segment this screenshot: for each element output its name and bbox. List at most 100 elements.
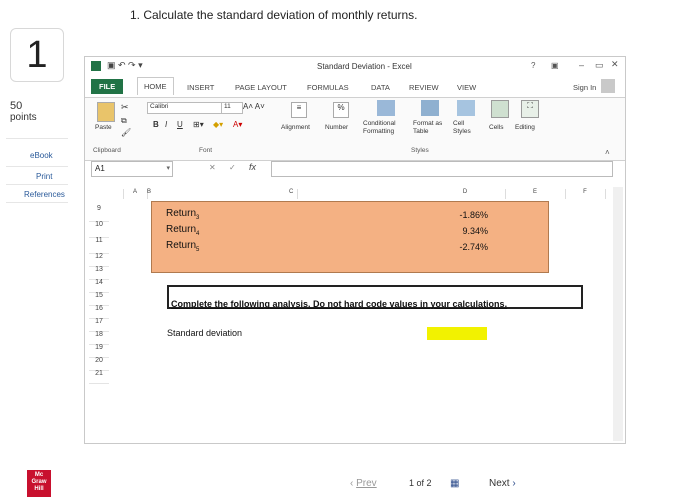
next-button[interactable]: Next › [489,478,516,489]
chevron-right-icon: › [512,478,516,489]
row-header[interactable]: 12 [89,253,109,267]
row-header[interactable]: 15 [89,292,109,306]
tab-home[interactable]: HOME [137,77,174,95]
excel-icon [91,61,101,71]
return-value[interactable]: 9.34% [428,226,488,236]
number-button[interactable]: Number [325,124,348,131]
restore-icon[interactable]: ▭ [595,60,604,71]
conditional-formatting-button[interactable]: Conditional Formatting [363,120,419,136]
fill-color-icon[interactable]: ◆▾ [213,120,223,129]
underline-button[interactable]: U [177,120,183,129]
collapse-ribbon-icon[interactable]: ˄ [605,148,610,157]
column-header-e[interactable]: E [505,189,566,199]
column-header-b[interactable]: B [147,189,298,199]
row-header[interactable]: 11 [89,237,109,254]
return-label[interactable]: Return4 [166,224,199,237]
tab-file[interactable]: FILE [91,79,124,94]
std-dev-label[interactable]: Standard deviation [167,328,242,338]
user-avatar-icon[interactable] [601,79,615,93]
ebook-link[interactable]: eBook [30,151,53,160]
percent-icon[interactable]: % [333,102,349,118]
row-header[interactable]: 9 [89,205,109,222]
grid-icon[interactable]: ▦ [450,478,459,489]
points-box: 50 points [10,100,37,124]
cut-icon[interactable]: ✂ [121,102,129,113]
font-size-select[interactable]: 11 [221,102,243,114]
alignment-icon[interactable]: ≡ [291,102,307,118]
cells-icon[interactable] [491,100,509,118]
vertical-scrollbar[interactable] [613,187,623,441]
insert-function-button[interactable]: fx [249,162,256,172]
row-header[interactable]: 21 [89,370,109,384]
question-text: 1. Calculate the standard deviation of m… [130,8,418,22]
row-header[interactable]: 19 [89,344,109,358]
format-as-table-button[interactable]: Format as Table [413,120,447,136]
ribbon: Paste ✂ ⧉ 🖌 Clipboard Calibri 11 A˄ A˅ B… [85,97,625,161]
help-icon[interactable]: ? [531,61,535,70]
return-value[interactable]: -2.74% [428,242,488,252]
divider [6,138,68,139]
tab-data[interactable]: DATA [371,83,390,92]
mcgraw-hill-logo: Mc Graw Hill [27,470,51,497]
cell-styles-icon[interactable] [457,100,475,116]
cells-button[interactable]: Cells [489,124,503,131]
italic-button[interactable]: I [165,120,167,129]
prev-button[interactable]: ‹ Prev [350,478,377,489]
row-header[interactable]: 10 [89,221,109,238]
minimize-icon[interactable]: – [579,60,584,70]
cell-styles-button[interactable]: Cell Styles [453,120,479,136]
tab-page-layout[interactable]: PAGE LAYOUT [235,83,287,92]
tab-review[interactable]: REVIEW [409,83,439,92]
return-label[interactable]: Return3 [166,208,199,221]
returns-input-block: Return3 Return4 Return5 -1.86% 9.34% -2.… [151,201,549,273]
row-header[interactable]: 20 [89,357,109,371]
row-header[interactable]: 16 [89,305,109,319]
worksheet-grid[interactable]: A B C D E F 9 10 11 12 13 14 15 16 17 18… [85,183,625,443]
copy-icon[interactable]: ⧉ [121,116,127,126]
alignment-button[interactable]: Alignment [281,124,310,131]
row-header[interactable]: 14 [89,279,109,293]
print-link[interactable]: Print [36,172,52,181]
format-as-table-icon[interactable] [421,100,439,116]
row-header[interactable]: 13 [89,266,109,280]
paste-button[interactable]: Paste [95,124,112,131]
column-header-a[interactable]: A [123,189,148,199]
close-icon[interactable]: ✕ [611,59,619,70]
divider [6,202,68,203]
font-color-icon[interactable]: A▾ [233,120,242,129]
editing-button[interactable]: Editing [515,124,535,131]
tab-view[interactable]: VIEW [457,83,476,92]
conditional-formatting-icon[interactable] [377,100,395,116]
confirm-entry-icon[interactable]: ✓ [229,163,236,172]
column-header-f[interactable]: F [565,189,606,199]
font-name-select[interactable]: Calibri [147,102,223,114]
bold-button[interactable]: B [153,120,159,129]
name-box[interactable]: A1 ▾ [91,161,173,177]
font-grow-icon[interactable]: A˄ A˅ [243,102,265,111]
tab-formulas[interactable]: FORMULAS [307,83,349,92]
column-header-d[interactable]: D [425,189,506,199]
std-dev-answer-cell[interactable] [427,327,487,340]
clipboard-group-label: Clipboard [93,147,121,154]
paste-icon[interactable] [97,102,115,122]
format-painter-icon[interactable]: 🖌 [121,128,131,137]
editing-icon[interactable]: ⛶ [521,100,539,118]
quick-access-icons[interactable]: ▣ ↶ ↷ ▾ [107,60,143,71]
row-header[interactable]: 18 [89,331,109,345]
chevron-down-icon: ▾ [166,165,170,172]
references-link[interactable]: References [24,190,65,199]
row-header[interactable]: 17 [89,318,109,332]
ribbon-tabs: FILE HOME INSERT PAGE LAYOUT FORMULAS DA… [85,77,625,97]
ribbon-options-icon[interactable]: ▣ [551,61,559,70]
return-value[interactable]: -1.86% [428,210,488,220]
sign-in-link[interactable]: Sign In [573,83,596,92]
tab-insert[interactable]: INSERT [187,83,214,92]
borders-icon[interactable]: ⊞▾ [193,120,204,129]
return-label[interactable]: Return5 [166,240,199,253]
page-indicator: 1 of 2 [409,478,432,488]
corner-cell[interactable] [109,189,124,199]
cancel-entry-icon[interactable]: ✕ [209,163,216,172]
formula-input[interactable] [271,161,613,177]
column-header-c[interactable]: C [289,189,298,199]
instruction-banner: Complete the following analysis. Do not … [167,285,583,309]
